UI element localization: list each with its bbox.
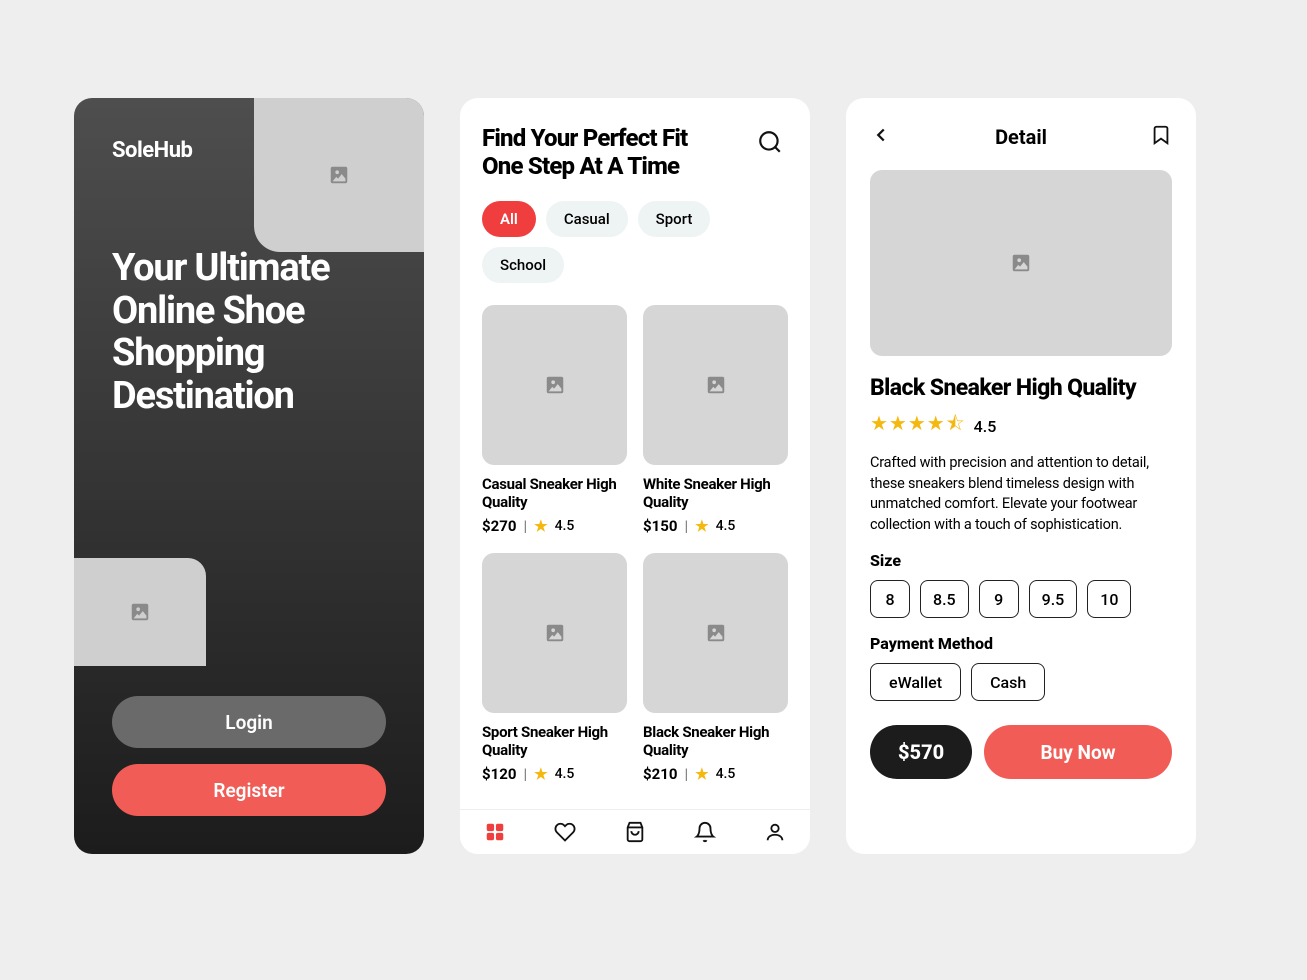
product-price: $150 [643, 517, 677, 535]
product-price-row: $210|★4.5 [643, 765, 788, 783]
product-rating: 4.5 [716, 518, 736, 534]
grid-icon [484, 821, 506, 843]
payment-label: Payment Method [870, 634, 1172, 653]
product-rating: 4.5 [555, 766, 575, 782]
payment-option-cash[interactable]: Cash [971, 663, 1045, 701]
image-placeholder-icon [705, 374, 727, 396]
search-icon [757, 129, 783, 155]
hero-image-top [254, 98, 424, 252]
product-name: Black Sneaker High Quality [643, 723, 788, 759]
tab-cart[interactable] [615, 812, 655, 852]
image-placeholder-icon [129, 601, 151, 623]
chip-all[interactable]: All [482, 201, 536, 237]
register-button[interactable]: Register [112, 764, 386, 816]
size-option-9-5[interactable]: 9.5 [1029, 580, 1078, 618]
product-rating: ★★★★⯪ 4.5 [870, 409, 1172, 443]
size-option-9[interactable]: 9 [979, 580, 1019, 618]
product-price-row: $270|★4.5 [482, 517, 627, 535]
product-thumbnail [643, 553, 788, 713]
payment-options: eWallet Cash [870, 663, 1172, 701]
user-icon [764, 821, 786, 843]
product-price: $210 [643, 765, 677, 783]
total-price: $570 [870, 725, 972, 779]
tab-home[interactable] [475, 812, 515, 852]
chip-casual[interactable]: Casual [546, 201, 628, 237]
heart-icon [554, 821, 576, 843]
product-price-row: $120|★4.5 [482, 765, 627, 783]
product-price: $120 [482, 765, 516, 783]
size-label: Size [870, 551, 1172, 570]
product-name: White Sneaker High Quality [643, 475, 788, 511]
buy-now-button[interactable]: Buy Now [984, 725, 1172, 779]
size-option-8-5[interactable]: 8.5 [920, 580, 969, 618]
bookmark-button[interactable] [1150, 124, 1172, 150]
product-thumbnail [482, 305, 627, 465]
rating-value: 4.5 [974, 417, 997, 436]
tab-bar [460, 809, 810, 854]
onboarding-screen: SoleHub Your Ultimate Online Shoe Shoppi… [74, 98, 424, 854]
product-card[interactable]: Casual Sneaker High Quality$270|★4.5 [482, 305, 627, 535]
bell-icon [694, 821, 716, 843]
product-grid: Casual Sneaker High Quality$270|★4.5Whit… [482, 305, 788, 783]
hero-image-bottom [74, 558, 206, 666]
category-chips: All Casual Sport School [482, 201, 788, 283]
star-icon: ★ [695, 765, 708, 783]
bag-icon [624, 821, 646, 843]
image-placeholder-icon [1010, 252, 1032, 274]
image-placeholder-icon [544, 622, 566, 644]
hero-title: Your Ultimate Online Shoe Shopping Desti… [112, 247, 386, 417]
product-title: Black Sneaker High Quality [870, 374, 1172, 401]
payment-option-ewallet[interactable]: eWallet [870, 663, 961, 701]
chip-school[interactable]: School [482, 247, 564, 283]
product-rating: 4.5 [716, 766, 736, 782]
detail-screen: Detail Black Sneaker High Quality ★★★★⯪ … [846, 98, 1196, 854]
star-icon: ★ [695, 517, 708, 535]
image-placeholder-icon [705, 622, 727, 644]
catalog-heading: Find Your Perfect Fit One Step At A Time [482, 124, 687, 181]
product-rating: 4.5 [555, 518, 575, 534]
tab-favorites[interactable] [545, 812, 585, 852]
catalog-screen: Find Your Perfect Fit One Step At A Time… [460, 98, 810, 854]
product-description: Crafted with precision and attention to … [870, 453, 1172, 535]
back-button[interactable] [870, 124, 892, 150]
image-placeholder-icon [328, 164, 350, 186]
size-option-10[interactable]: 10 [1087, 580, 1131, 618]
detail-header-title: Detail [995, 125, 1047, 149]
bookmark-icon [1150, 124, 1172, 146]
product-price-row: $150|★4.5 [643, 517, 788, 535]
product-image [870, 170, 1172, 356]
product-thumbnail [643, 305, 788, 465]
product-name: Casual Sneaker High Quality [482, 475, 627, 511]
star-icons: ★★★★⯪ [870, 409, 966, 443]
product-price: $270 [482, 517, 516, 535]
product-thumbnail [482, 553, 627, 713]
login-button[interactable]: Login [112, 696, 386, 748]
image-placeholder-icon [544, 374, 566, 396]
size-options: 8 8.5 9 9.510 [870, 580, 1172, 618]
product-card[interactable]: Sport Sneaker High Quality$120|★4.5 [482, 553, 627, 783]
product-card[interactable]: White Sneaker High Quality$150|★4.5 [643, 305, 788, 535]
tab-profile[interactable] [755, 812, 795, 852]
search-button[interactable] [752, 124, 788, 160]
star-icon: ★ [534, 765, 547, 783]
chip-sport[interactable]: Sport [638, 201, 711, 237]
chevron-left-icon [870, 124, 892, 146]
product-name: Sport Sneaker High Quality [482, 723, 627, 759]
size-option-8[interactable]: 8 [870, 580, 910, 618]
tab-notifications[interactable] [685, 812, 725, 852]
star-icon: ★ [534, 517, 547, 535]
product-card[interactable]: Black Sneaker High Quality$210|★4.5 [643, 553, 788, 783]
